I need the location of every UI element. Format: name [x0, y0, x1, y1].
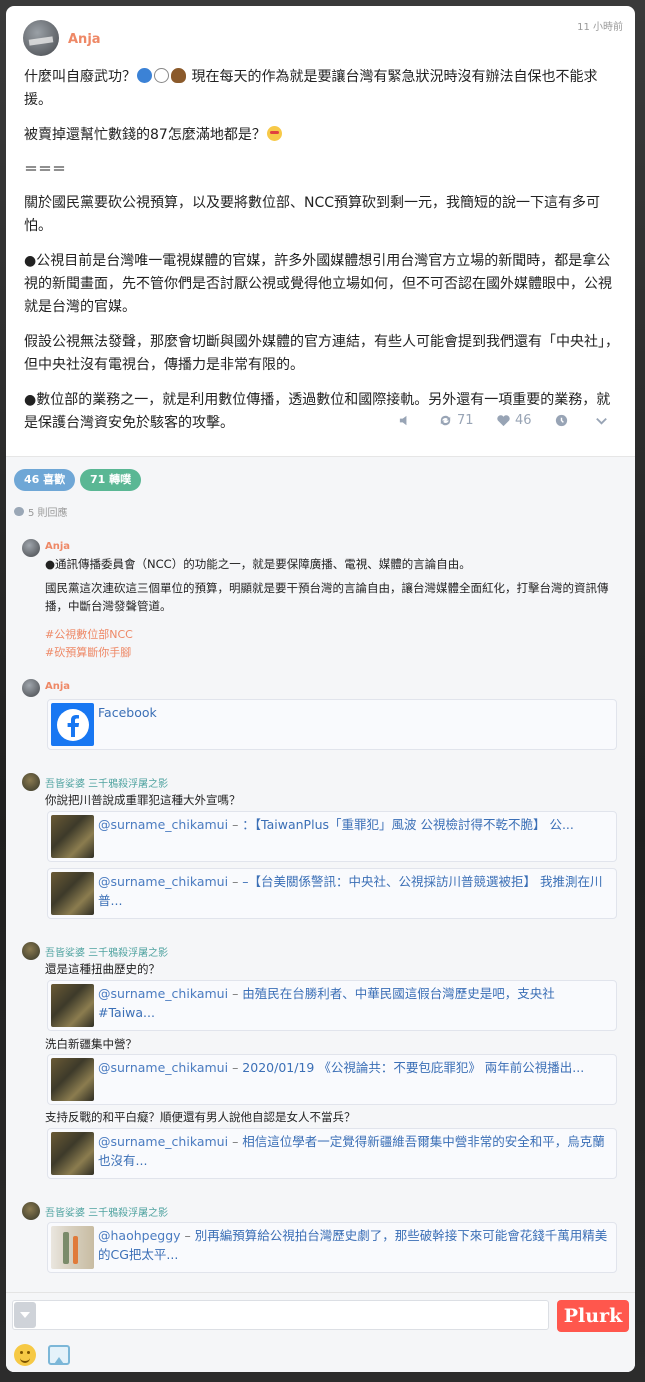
link-dash: –	[232, 874, 239, 889]
response-author[interactable]: 吾皆娑婆 三千鴉殺浮屠之影	[45, 944, 168, 959]
like-count: 46	[515, 412, 532, 428]
response-author[interactable]: Anja	[45, 681, 70, 692]
link-dash: –	[184, 1228, 191, 1243]
content-separator: ＝＝＝	[24, 162, 66, 178]
thumbnail-image	[51, 1058, 94, 1101]
link-preview[interactable]: @surname_chikamui – 由殖民在台勝利者、中華民國這假台灣歷史是…	[47, 980, 617, 1031]
bookmark-button[interactable]	[554, 413, 569, 428]
poo-icon	[171, 68, 186, 83]
avatar[interactable]	[22, 773, 40, 791]
reply-input[interactable]	[12, 1300, 549, 1330]
response-text: 還是這種扭曲歷史的？	[45, 962, 160, 976]
caret-down-icon	[20, 1312, 30, 1318]
hashtag-link[interactable]: #公視數位部NCC	[45, 626, 133, 642]
link-preview[interactable]: @surname_chikamui – –【台美關係警訊：中央社、公視採訪川普競…	[47, 868, 617, 919]
avatar[interactable]	[22, 1202, 40, 1220]
link-title: @surname_chikamui – 相信這位學者一定覺得新疆維吾爾集中營非常…	[98, 1132, 608, 1170]
link-dash: –	[232, 1060, 239, 1075]
link-dash: –	[232, 1134, 239, 1149]
response-text: 國民黨這次連砍這三個單位的預算，明顯就是要干預台灣的言論自由，讓台灣媒體全面紅化…	[45, 581, 609, 613]
link-preview[interactable]: @haohpeggy – 別再編預算給公視拍台灣歷史劇了，那些破幹接下來可能會花…	[47, 1222, 617, 1273]
avatar[interactable]	[22, 942, 40, 960]
post-time: 11 小時前	[577, 22, 623, 33]
image-icon[interactable]	[48, 1345, 70, 1365]
link-dash: –	[232, 817, 239, 832]
plurk-card: Anja 11 小時前 什麼叫自廢武功？ 現在每天的作為就是要讓台灣有緊急狀況時…	[6, 6, 635, 1372]
link-title: @surname_chikamui – 由殖民在台勝利者、中華民國這假台灣歷史是…	[98, 984, 608, 1022]
blue-circle-icon	[137, 68, 152, 83]
link-user: @haohpeggy	[98, 1228, 181, 1243]
facebook-icon	[51, 703, 94, 746]
link-text: ：【TaiwanPlus「重罪犯」風波 公視檢討得不乾不脆】 公...	[242, 817, 574, 832]
plurk-main: Anja 11 小時前 什麼叫自廢武功？ 現在每天的作為就是要讓台灣有緊急狀況時…	[6, 6, 635, 456]
link-preview[interactable]: Facebook	[47, 699, 617, 750]
response-text: 洗白新疆集中營？	[45, 1037, 137, 1051]
content-text: ●公視目前是台灣唯一電視媒體的官媒，許多外國媒體想引用台灣官方立場的新聞時，都是…	[24, 253, 612, 315]
more-button[interactable]	[594, 413, 609, 428]
link-title: @surname_chikamui – ：【TaiwanPlus「重罪犯」風波 …	[98, 815, 608, 834]
clock-icon	[555, 414, 568, 426]
avatar[interactable]	[22, 679, 40, 697]
link-title: @haohpeggy – 別再編預算給公視拍台灣歷史劇了，那些破幹接下來可能會花…	[98, 1226, 608, 1264]
link-user: @surname_chikamui	[98, 1134, 229, 1149]
thumbnail-image	[51, 1226, 94, 1269]
author-name[interactable]: Anja	[68, 32, 101, 47]
link-title: @surname_chikamui – –【台美關係警訊：中央社、公視採訪川普競…	[98, 872, 608, 910]
response-text: 你說把川普說成重罪犯這種大外宣嗎？	[45, 793, 241, 807]
link-user: @surname_chikamui	[98, 1060, 229, 1075]
avatar[interactable]	[22, 539, 40, 557]
response-text: 支持反戰的和平白癡？順便還有男人說他自認是女人不當兵？	[45, 1110, 356, 1124]
replurk-count: 71	[457, 412, 474, 428]
speech-bubble-icon	[14, 507, 24, 516]
replurks-badge[interactable]: 71 轉噗	[80, 469, 142, 491]
mute-icon	[399, 415, 407, 425]
response-author[interactable]: Anja	[45, 541, 70, 552]
response-count: 5 則回應	[14, 504, 68, 519]
link-preview[interactable]: @surname_chikamui – ：【TaiwanPlus「重罪犯」風波 …	[47, 811, 617, 862]
responses-area: 46 喜歡 71 轉噗 5 則回應 Anja ●通訊傳播委員會（NCC）的功能之…	[6, 457, 635, 1292]
content-text: 假設公視無法發聲，那麼會切斷與國外媒體的官方連結，有些人可能會提到我們還有「中央…	[24, 334, 619, 373]
plurk-submit-button[interactable]: Plurk	[557, 1300, 629, 1332]
reply-composer: Plurk	[6, 1292, 635, 1372]
link-title: Facebook	[98, 705, 157, 720]
content-text: 關於國民黨要砍公視預算，以及要將數位部、NCC預算砍到剩一元，我簡短的說一下這有…	[24, 195, 601, 234]
heart-icon	[497, 414, 510, 426]
qualifier-dropdown[interactable]	[14, 1302, 36, 1328]
emoji-icon[interactable]	[14, 1344, 36, 1366]
link-dash: –	[232, 986, 239, 1001]
link-user: @surname_chikamui	[98, 874, 229, 889]
plurk-content: 什麼叫自廢武功？ 現在每天的作為就是要讓台灣有緊急狀況時沒有辦法自保也不能求援。…	[24, 66, 620, 447]
mute-button[interactable]	[398, 413, 413, 428]
star-struck-icon	[266, 126, 282, 141]
like-button[interactable]: 46	[496, 413, 532, 428]
thumbnail-image	[51, 984, 94, 1027]
link-text: 2020/01/19 《公視論共：不要包庇罪犯》 兩年前公視播出...	[242, 1060, 585, 1075]
content-text: 什麼叫自廢武功？	[24, 69, 136, 85]
link-user: @surname_chikamui	[98, 986, 229, 1001]
link-preview[interactable]: @surname_chikamui – 2020/01/19 《公視論共：不要包…	[47, 1054, 617, 1105]
link-title: @surname_chikamui – 2020/01/19 《公視論共：不要包…	[98, 1058, 608, 1077]
thumbnail-image	[51, 815, 94, 858]
likes-badge[interactable]: 46 喜歡	[14, 469, 76, 491]
link-user: @surname_chikamui	[98, 817, 229, 832]
content-text: 被賣掉還幫忙數錢的87怎麼滿地都是？	[24, 127, 266, 143]
thumbnail-image	[51, 1132, 94, 1175]
white-circle-icon	[154, 68, 169, 83]
response-author[interactable]: 吾皆娑婆 三千鴉殺浮屠之影	[45, 1204, 168, 1219]
chevron-down-icon	[596, 417, 607, 425]
replurk-icon	[440, 415, 451, 425]
link-preview[interactable]: @surname_chikamui – 相信這位學者一定覺得新疆維吾爾集中營非常…	[47, 1128, 617, 1179]
replurk-button[interactable]: 71	[438, 413, 474, 428]
response-text: ●通訊傳播委員會（NCC）的功能之一，就是要保障廣播、電視、媒體的言論自由。	[45, 557, 471, 571]
hashtag-link[interactable]: #砍預算斷你手腳	[45, 644, 131, 660]
response-count-label: 5 則回應	[28, 508, 68, 519]
thumbnail-image	[51, 872, 94, 915]
avatar[interactable]	[23, 20, 59, 56]
response-author[interactable]: 吾皆娑婆 三千鴉殺浮屠之影	[45, 775, 168, 790]
